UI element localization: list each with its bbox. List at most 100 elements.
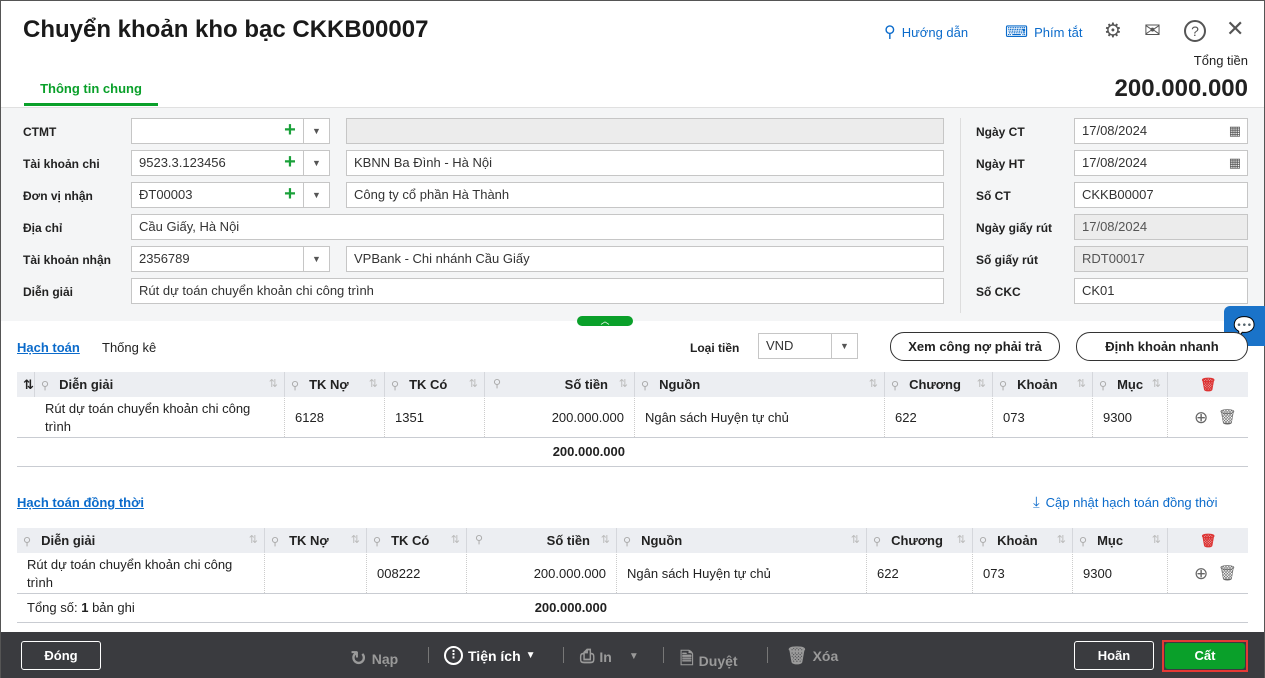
cell-item[interactable]: 073	[993, 398, 1093, 437]
post-date-input[interactable]: 17/08/2024 ▦	[1074, 150, 1248, 176]
delete-all-icon[interactable]: 🗑	[1168, 372, 1248, 397]
column-header-item[interactable]: ⚲ Khoản ⇅	[973, 528, 1073, 553]
pin-icon[interactable]: ⚲	[291, 380, 299, 392]
utilities-button[interactable]: ⋮ Tiện ích ▼	[444, 646, 536, 665]
column-header-chapter[interactable]: ⚲ Chương ⇅	[867, 528, 973, 553]
address-input[interactable]: Cầu Giấy, Hà Nội	[131, 214, 944, 240]
pin-icon[interactable]: ⚲	[41, 380, 49, 392]
pin-icon[interactable]: ⚲	[979, 536, 987, 548]
cell-credit[interactable]: 008222	[367, 554, 467, 593]
mail-icon[interactable]: ✉	[1144, 18, 1161, 43]
calendar-icon[interactable]: ▦	[1229, 151, 1241, 175]
chevron-down-icon[interactable]: ▼	[303, 247, 329, 271]
settings-icon[interactable]: ⚙	[1104, 18, 1122, 43]
add-icon[interactable]: +	[277, 119, 303, 143]
column-header-description[interactable]: ⚲ Diễn giải ⇅	[17, 528, 265, 553]
sort-icon[interactable]: ⇅	[851, 528, 860, 553]
cell-chapter[interactable]: 622	[885, 398, 993, 437]
ckc-no-input[interactable]: CK01	[1074, 278, 1248, 304]
sort-icon[interactable]: ⇅	[249, 528, 258, 553]
column-header-chapter[interactable]: ⚲ Chương ⇅	[885, 372, 993, 397]
recipient-name[interactable]: Công ty cổ phần Hà Thành	[346, 182, 944, 208]
approve-button[interactable]: 🗎 Duyệt	[680, 646, 738, 675]
sort-icon[interactable]: ⇅	[469, 372, 478, 397]
column-header-description[interactable]: ⚲ Diễn giải ⇅	[35, 372, 285, 397]
pin-icon[interactable]: ⚲	[23, 536, 31, 548]
sort-icon[interactable]: ⇅	[957, 528, 966, 553]
cell-amount[interactable]: 200.000.000	[467, 554, 617, 593]
pin-icon[interactable]: ⚲	[641, 380, 649, 392]
tab-general-info[interactable]: Thông tin chung	[24, 78, 158, 106]
add-icon[interactable]: +	[277, 183, 303, 207]
sort-icon[interactable]: ⇅	[1152, 372, 1161, 397]
cell-description[interactable]: Rút dự toán chuyển khoản chi công trình	[35, 398, 285, 437]
pin-icon[interactable]: ⚲	[999, 380, 1007, 392]
currency-select[interactable]: VND ▼	[758, 333, 858, 359]
column-header-debit[interactable]: ⚲ TK Nợ ⇅	[285, 372, 385, 397]
sort-icon[interactable]: ⇅	[269, 372, 278, 397]
cell-credit[interactable]: 1351	[385, 398, 485, 437]
quick-entry-button[interactable]: Định khoản nhanh	[1076, 332, 1248, 361]
sort-icon[interactable]: ⇅	[1057, 528, 1066, 553]
sort-icon[interactable]: ⇅	[451, 528, 460, 553]
account-in-combo[interactable]: 2356789 ▼	[131, 246, 330, 272]
pin-icon[interactable]: ⚲	[373, 536, 381, 548]
tab-accounting[interactable]: Hạch toán	[17, 340, 80, 355]
column-header-amount[interactable]: ⚲ Số tiền ⇅	[467, 528, 617, 553]
sort-icon[interactable]: ⇅	[601, 528, 610, 553]
column-header-source[interactable]: ⚲ Nguồn ⇅	[617, 528, 867, 553]
pin-icon[interactable]: ⚲	[271, 536, 279, 548]
close-icon[interactable]: ✕	[1226, 16, 1244, 42]
delete-row-icon[interactable]: 🗑	[1208, 398, 1247, 437]
ctmt-combo[interactable]: + ▼	[131, 118, 330, 144]
pin-icon[interactable]: ⚲	[1079, 536, 1087, 548]
shortcuts-link[interactable]: ⌨ Phím tắt	[1005, 22, 1083, 42]
recipient-combo[interactable]: ĐT00003 + ▼	[131, 182, 330, 208]
account-in-name[interactable]: VPBank - Chi nhánh Cầu Giấy	[346, 246, 944, 272]
save-button[interactable]: Cất	[1165, 643, 1245, 669]
delete-all-icon[interactable]: 🗑	[1168, 528, 1248, 553]
cell-amount[interactable]: 200.000.000	[485, 398, 635, 437]
delete-row-icon[interactable]: 🗑	[1208, 554, 1247, 593]
account-out-name[interactable]: KBNN Ba Đình - Hà Nội	[346, 150, 944, 176]
add-icon[interactable]: +	[277, 151, 303, 175]
column-header-subitem[interactable]: ⚲ Mục ⇅	[1073, 528, 1168, 553]
reload-button[interactable]: ↻ Nạp	[350, 646, 398, 671]
sort-icon[interactable]: ⇅	[1077, 372, 1086, 397]
doc-date-input[interactable]: 17/08/2024 ▦	[1074, 118, 1248, 144]
pin-icon[interactable]: ⚲	[623, 536, 631, 548]
cell-chapter[interactable]: 622	[867, 554, 973, 593]
sort-handle[interactable]: ⇅	[17, 372, 35, 397]
close-button[interactable]: Đóng	[21, 641, 101, 670]
doc-no-input[interactable]: CKKB00007	[1074, 182, 1248, 208]
guide-link[interactable]: ⚲ Hướng dẫn	[884, 22, 968, 42]
column-header-debit[interactable]: ⚲ TK Nợ ⇅	[265, 528, 367, 553]
sort-icon[interactable]: ⇅	[1152, 528, 1161, 553]
postpone-button[interactable]: Hoãn	[1074, 641, 1154, 670]
view-payables-button[interactable]: Xem công nợ phải trả	[890, 332, 1060, 361]
column-header-subitem[interactable]: ⚲ Mục ⇅	[1093, 372, 1168, 397]
pin-icon[interactable]: ⚲	[1099, 380, 1107, 392]
update-concurrent-link[interactable]: ⤓ Cập nhật hạch toán đồng thời	[1033, 494, 1218, 511]
collapse-button[interactable]: ︿	[577, 316, 633, 326]
column-header-credit[interactable]: ⚲ TK Có ⇅	[385, 372, 485, 397]
cell-subitem[interactable]: 9300	[1093, 398, 1168, 437]
pin-icon[interactable]: ⚲	[493, 372, 501, 397]
calendar-icon[interactable]: ▦	[1229, 119, 1241, 143]
chevron-down-icon[interactable]: ▼	[303, 151, 329, 175]
cell-description[interactable]: Rút dự toán chuyển khoản chi công trình	[17, 554, 265, 593]
help-icon[interactable]: ?	[1184, 20, 1206, 42]
column-header-source[interactable]: ⚲ Nguồn ⇅	[635, 372, 885, 397]
column-header-credit[interactable]: ⚲ TK Có ⇅	[367, 528, 467, 553]
chevron-down-icon[interactable]: ▼	[303, 183, 329, 207]
print-button[interactable]: ⎙ In ▼	[580, 646, 639, 667]
tab-statistics[interactable]: Thống kê	[102, 340, 156, 355]
delete-button[interactable]: 🗑 Xóa	[786, 646, 838, 666]
account-out-combo[interactable]: 9523.3.123456 + ▼	[131, 150, 330, 176]
pin-icon[interactable]: ⚲	[891, 380, 899, 392]
pin-icon[interactable]: ⚲	[475, 528, 483, 553]
cell-debit[interactable]: 6128	[285, 398, 385, 437]
sort-icon[interactable]: ⇅	[869, 372, 878, 397]
cell-item[interactable]: 073	[973, 554, 1073, 593]
pin-icon[interactable]: ⚲	[391, 380, 399, 392]
